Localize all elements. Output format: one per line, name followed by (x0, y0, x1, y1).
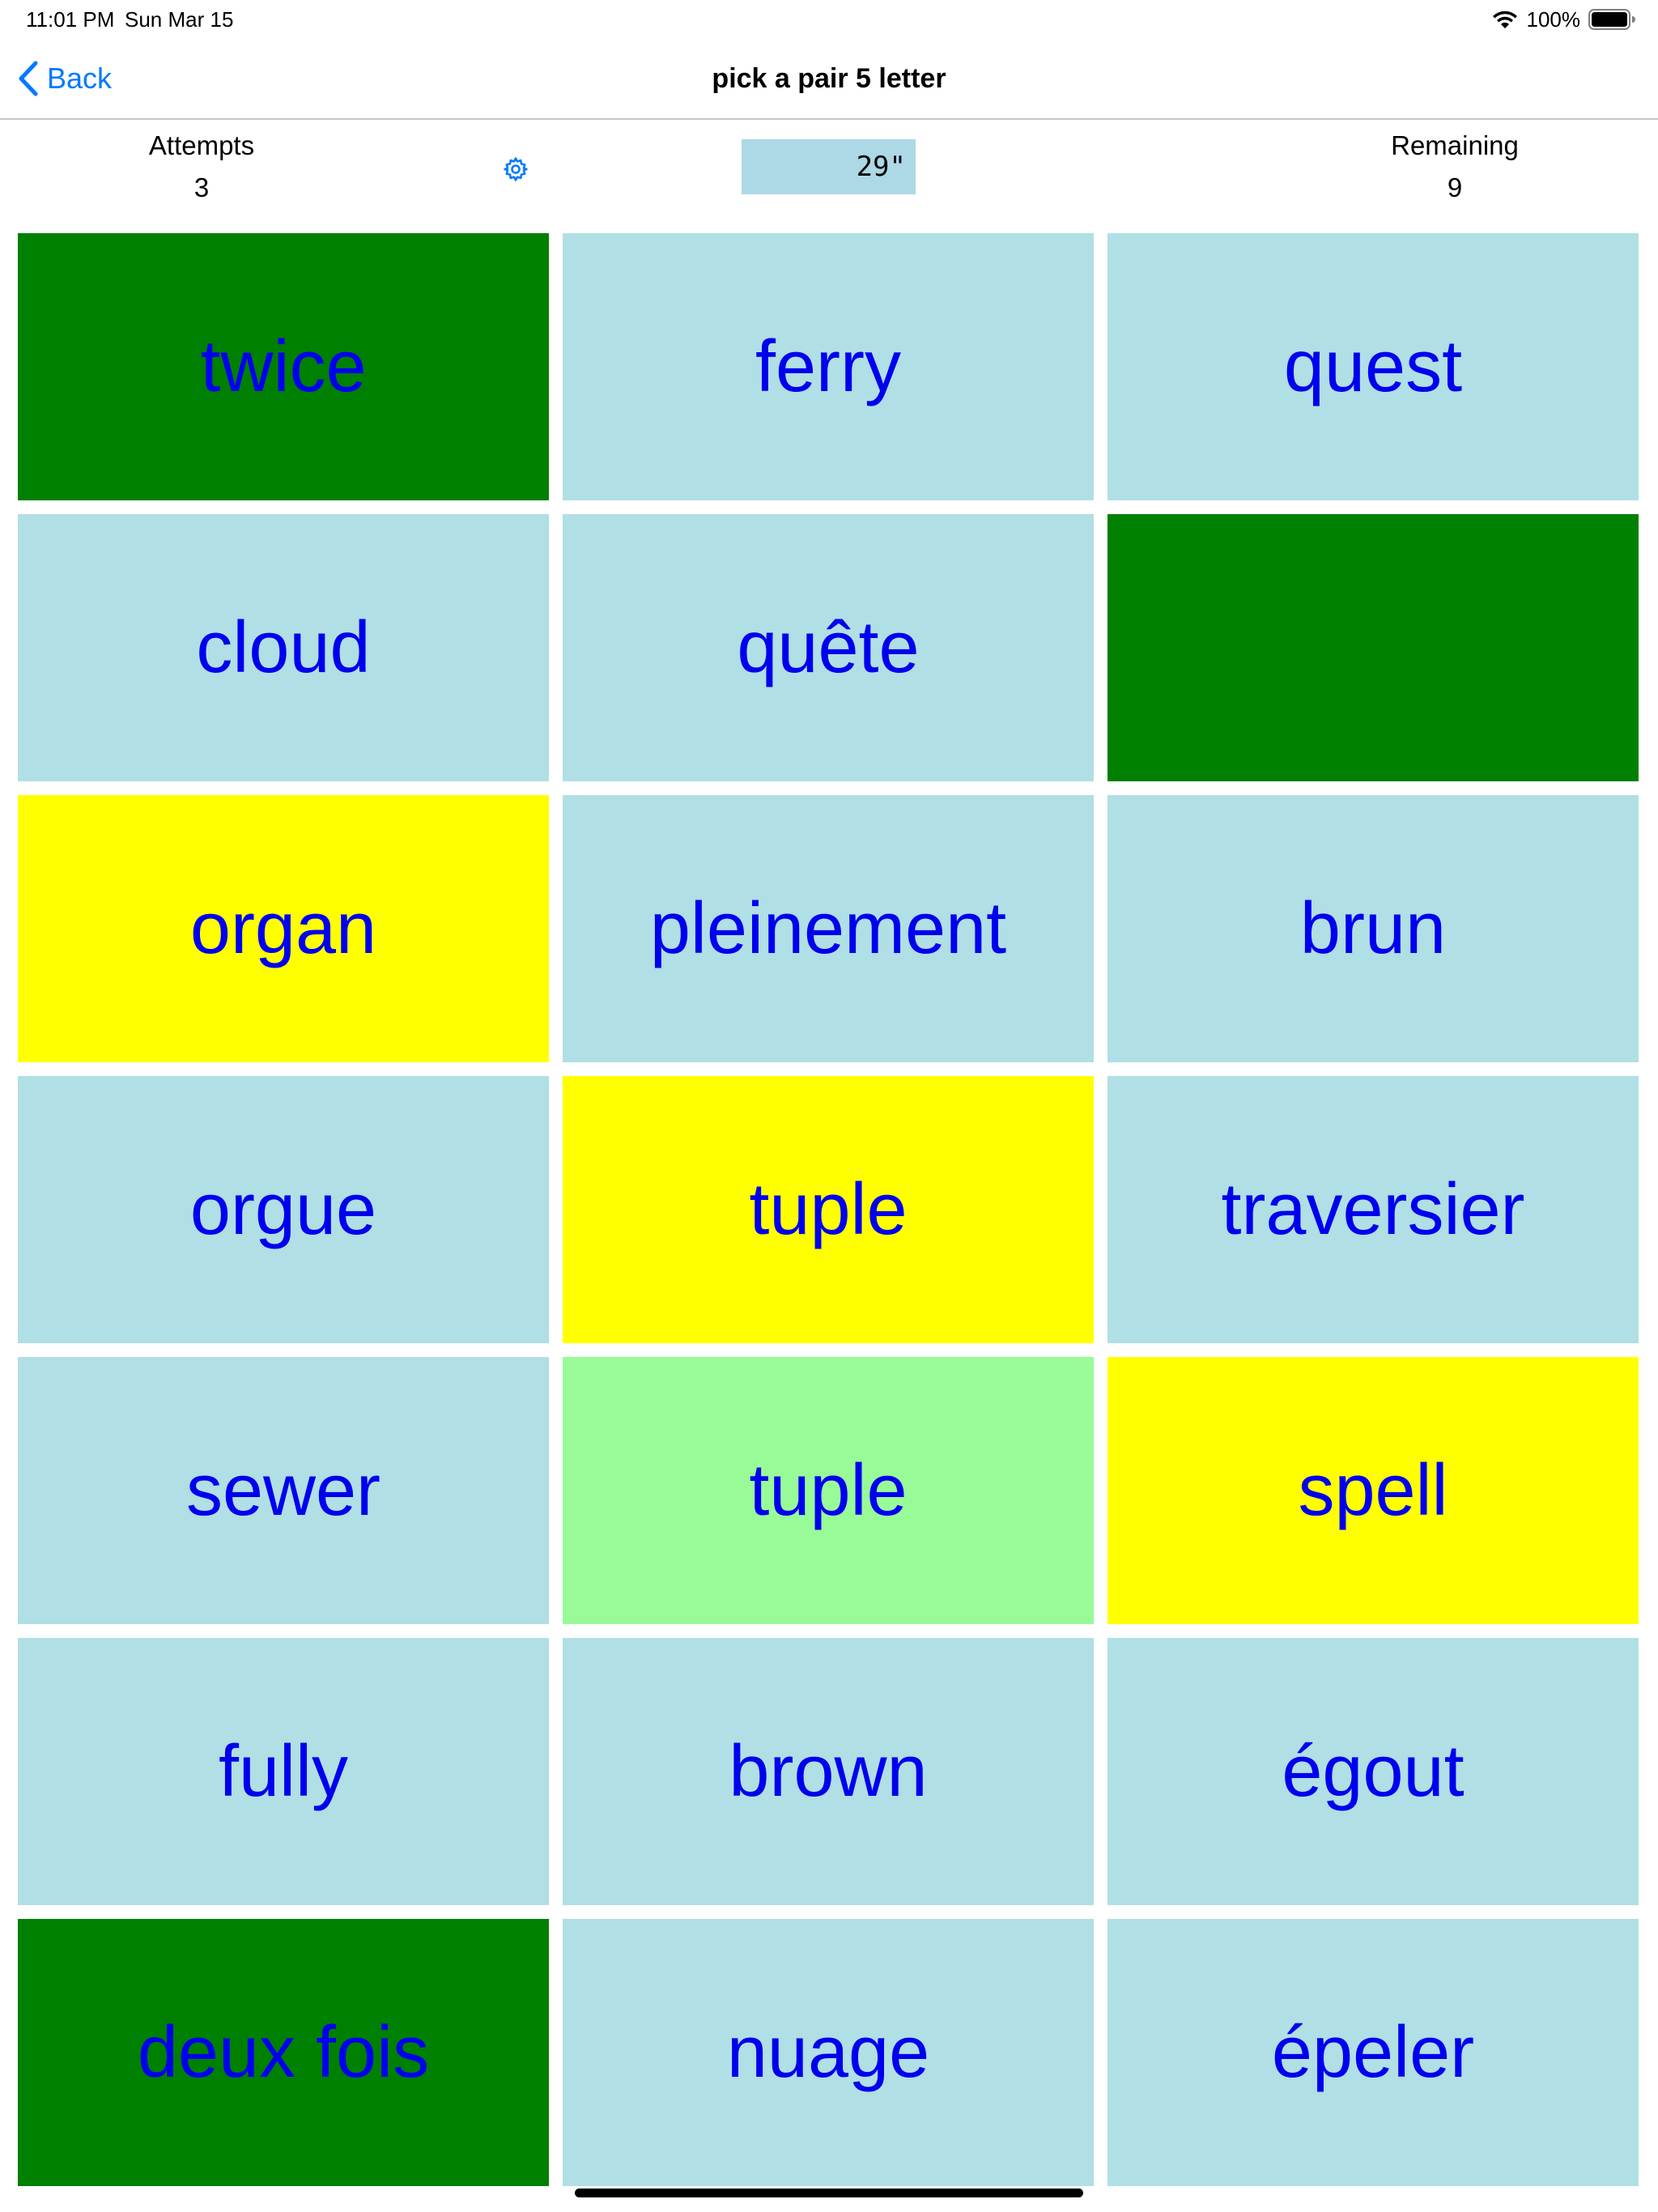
attempts-stat: Attempts 3 (80, 130, 323, 204)
page-title: pick a pair 5 letter (712, 63, 946, 94)
remaining-label: Remaining (1391, 130, 1519, 160)
word-card[interactable]: pleinement (563, 795, 1094, 1062)
word-card[interactable]: deux fois (18, 1919, 549, 2186)
word-card[interactable]: quest (1107, 233, 1639, 500)
word-card[interactable]: traversier (1107, 1076, 1639, 1343)
attempts-value: 3 (193, 172, 210, 202)
word-card[interactable]: ferry (563, 233, 1094, 500)
word-card[interactable]: tuple (563, 1357, 1094, 1624)
home-indicator[interactable] (575, 2189, 1083, 2197)
navigation-bar: Back pick a pair 5 letter (0, 39, 1658, 120)
word-card[interactable]: brun (1107, 795, 1639, 1062)
word-card[interactable]: quête (563, 514, 1094, 781)
attempts-label: Attempts (148, 130, 255, 160)
word-card[interactable]: spell (1107, 1357, 1639, 1624)
word-card[interactable]: épeler (1107, 1919, 1639, 2186)
word-card[interactable]: égout (1107, 1638, 1639, 1905)
word-card[interactable]: twice (18, 233, 549, 500)
gear-icon[interactable] (502, 155, 529, 183)
status-bar: 11:01 PM Sun Mar 15 100% (0, 0, 1658, 39)
timer-display: 29" (742, 139, 916, 194)
remaining-stat: Remaining 9 (1333, 130, 1576, 204)
word-card[interactable]: nuage (563, 1919, 1094, 2186)
status-date: Sun Mar 15 (125, 7, 234, 32)
battery-icon (1588, 9, 1635, 30)
battery-percentage: 100% (1526, 7, 1581, 32)
wifi-icon (1492, 11, 1517, 28)
word-card[interactable]: brown (563, 1638, 1094, 1905)
word-card[interactable]: tuple (563, 1076, 1094, 1343)
word-card[interactable]: sewer (18, 1357, 549, 1624)
word-card[interactable]: cloud (18, 514, 549, 781)
word-card[interactable] (1107, 514, 1639, 781)
status-indicators: 100% (1491, 6, 1635, 32)
status-time: 11:01 PM (26, 7, 115, 32)
remaining-value: 9 (1447, 172, 1463, 202)
word-card[interactable]: orgue (18, 1076, 549, 1343)
word-card[interactable]: organ (18, 795, 549, 1062)
word-card[interactable]: fully (18, 1638, 549, 1905)
